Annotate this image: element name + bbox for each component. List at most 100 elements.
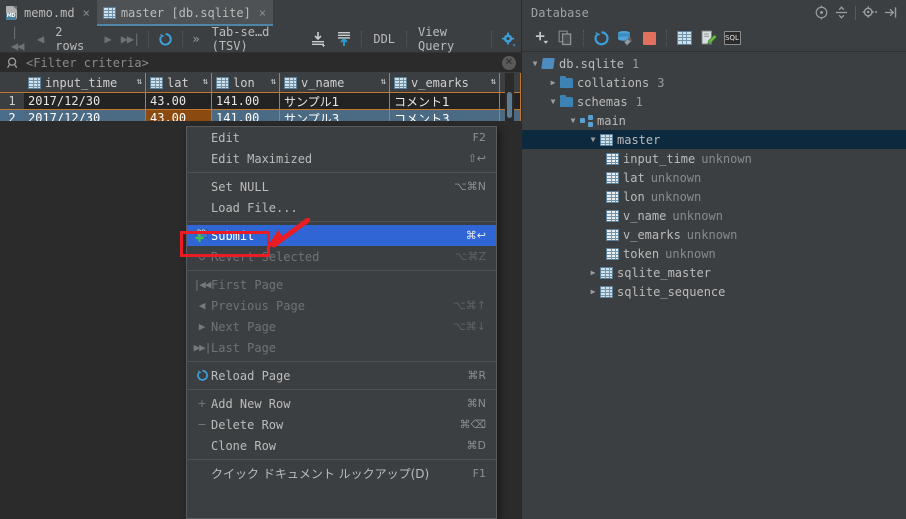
chevron-down-icon[interactable]: ▼ [528, 59, 542, 68]
tab-label: master [db.sqlite] [120, 6, 251, 20]
tab-memo-md[interactable]: MD memo.md × [0, 0, 97, 26]
menu-item-submit[interactable]: DB ✚ Submit ⌘↩ [187, 225, 496, 246]
table-row[interactable]: 1 2017/12/30 43.00 141.00 サンプル1 コメント1 [0, 93, 521, 110]
clear-icon[interactable]: ✕ [502, 56, 516, 70]
panel-title: Database [531, 5, 589, 20]
menu-item-set-null[interactable]: Set NULL ⌥⌘N [187, 176, 496, 197]
sort-indicator-icon[interactable]: ⇅ [203, 78, 208, 87]
database-toolbar: SQL [522, 25, 906, 52]
menu-item-reload-page[interactable]: Reload Page ⌘R [187, 365, 496, 386]
cell-lon[interactable]: 141.00 [212, 93, 280, 110]
column-header-v_name[interactable]: v_name ⇅ [280, 73, 390, 93]
first-page-button[interactable]: |◀◀ [6, 25, 32, 53]
tree-node-v_name[interactable]: v_name unknown [522, 206, 906, 225]
cell-lat[interactable]: 43.00 [146, 93, 212, 110]
column-header-lat[interactable]: lat ⇅ [146, 73, 212, 93]
close-icon[interactable]: × [83, 7, 90, 19]
tree-node-sqlite_sequence[interactable]: ▶ sqlite_sequence [522, 282, 906, 301]
toolbar-divider [406, 31, 408, 47]
sql-console-button[interactable]: SQL [720, 26, 744, 50]
locate-icon[interactable] [811, 3, 831, 23]
menu-separator [187, 221, 496, 222]
tree-node-v_emarks[interactable]: v_emarks unknown [522, 225, 906, 244]
stop-button[interactable] [637, 26, 661, 50]
scrollbar-thumb[interactable] [507, 92, 512, 118]
cell-v_emarks[interactable]: コメント1 [390, 93, 500, 110]
tree-node-collations[interactable]: ▶ collations 3 [522, 73, 906, 92]
sqlite-file-icon [541, 57, 555, 70]
chevron-right-icon[interactable]: ▶ [586, 287, 600, 296]
ddl-button[interactable]: DDL [366, 26, 402, 53]
filter-bar[interactable]: <Filter criteria> ✕ [0, 53, 521, 73]
copy-icon [558, 30, 572, 46]
hide-panel-icon[interactable] [880, 3, 900, 23]
grid-corner-cell [0, 73, 24, 93]
column-header-lon[interactable]: lon ⇅ [212, 73, 280, 93]
close-icon[interactable]: × [259, 7, 266, 19]
filter-input[interactable]: <Filter criteria> [26, 56, 149, 70]
sort-indicator-icon[interactable]: ⇅ [381, 78, 386, 87]
column-header-v_emarks[interactable]: v_emarks ⇅ [390, 73, 500, 93]
upload-data-icon [338, 32, 351, 46]
next-page-button[interactable]: ▶ [99, 26, 115, 53]
tree-node-input_time[interactable]: input_time unknown [522, 149, 906, 168]
refresh-button[interactable] [589, 26, 613, 50]
menu-item-edit-maximized[interactable]: Edit Maximized ⇧↩ [187, 148, 496, 169]
sort-indicator-icon[interactable]: ⇅ [137, 78, 142, 87]
tree-node-lat[interactable]: lat unknown [522, 168, 906, 187]
column-header-input_time[interactable]: input_time ⇅ [24, 73, 146, 93]
copy-button[interactable] [554, 26, 578, 50]
tree-node-token[interactable]: token unknown [522, 244, 906, 263]
chevron-down-icon[interactable]: ▼ [546, 97, 560, 106]
gear-dropdown-icon[interactable] [860, 3, 880, 23]
data-grid-toolbar: |◀◀ ◀ 2 rows ▶ ▶▶| » Tab-se…d (TSV) DDL … [0, 25, 521, 53]
first-page-icon: |◀◀ [11, 25, 24, 53]
tree-node-main[interactable]: ▼ main [522, 111, 906, 130]
chevron-down-icon[interactable]: ▼ [586, 135, 600, 144]
upload-data-button[interactable] [331, 26, 357, 53]
expand-chevrons-button[interactable]: » [187, 26, 204, 53]
dump-data-button[interactable] [305, 26, 331, 53]
next-page-icon: ▶ [198, 320, 206, 333]
menu-separator [187, 389, 496, 390]
tree-node-master[interactable]: ▼ master [522, 130, 906, 149]
grid-vertical-scrollbar[interactable] [505, 73, 514, 121]
menu-item-add-new-row[interactable]: + Add New Row ⌘N [187, 393, 496, 414]
tab-master-db-sqlite[interactable]: master [db.sqlite] × [96, 0, 274, 26]
column-header-label: lon [233, 75, 255, 90]
collapse-all-icon[interactable] [831, 3, 851, 23]
menu-item-load-file[interactable]: Load File... [187, 197, 496, 218]
tree-node-sqlite_master[interactable]: ▶ sqlite_master [522, 263, 906, 282]
tree-node-schemas[interactable]: ▼ schemas 1 [522, 92, 906, 111]
toolbar-divider [361, 31, 363, 47]
sort-indicator-icon[interactable]: ⇅ [491, 78, 496, 87]
previous-page-button[interactable]: ◀ [32, 26, 48, 53]
last-page-button[interactable]: ▶▶| [116, 26, 145, 53]
tree-node-db-sqlite[interactable]: ▼ db.sqlite 1 [522, 54, 906, 73]
db-tools-button[interactable] [613, 26, 637, 50]
modify-button[interactable] [696, 26, 720, 50]
add-dropdown-button[interactable] [530, 26, 554, 50]
cell-v_name[interactable]: サンプル1 [280, 93, 390, 110]
chevron-down-icon[interactable]: ▼ [566, 116, 580, 125]
grid-settings-button[interactable] [496, 26, 521, 53]
tree-node-lon[interactable]: lon unknown [522, 187, 906, 206]
toolbar-divider [583, 30, 584, 46]
column-header-label: lat [167, 75, 189, 90]
table-editor-button[interactable] [672, 26, 696, 50]
sort-indicator-icon[interactable]: ⇅ [271, 78, 276, 87]
menu-item-quick-documentation[interactable]: クイック ドキュメント ルックアップ(D) F1 [187, 463, 496, 484]
menu-item-clone-row[interactable]: Clone Row ⌘D [187, 435, 496, 456]
menu-separator [187, 361, 496, 362]
chevron-right-icon[interactable]: ▶ [586, 268, 600, 277]
database-panel-header: Database [522, 0, 906, 25]
output-format-label[interactable]: Tab-se…d (TSV) [205, 25, 306, 53]
menu-item-delete-row[interactable]: − Delete Row ⌘⌫ [187, 414, 496, 435]
reload-button[interactable] [153, 26, 178, 53]
chevron-right-icon[interactable]: ▶ [546, 78, 560, 87]
previous-page-icon: ◀ [198, 299, 206, 312]
menu-item-edit[interactable]: Edit F2 [187, 127, 496, 148]
menu-separator [187, 172, 496, 173]
cell-input_time[interactable]: 2017/12/30 [24, 93, 146, 110]
view-query-button[interactable]: View Query [411, 25, 487, 53]
